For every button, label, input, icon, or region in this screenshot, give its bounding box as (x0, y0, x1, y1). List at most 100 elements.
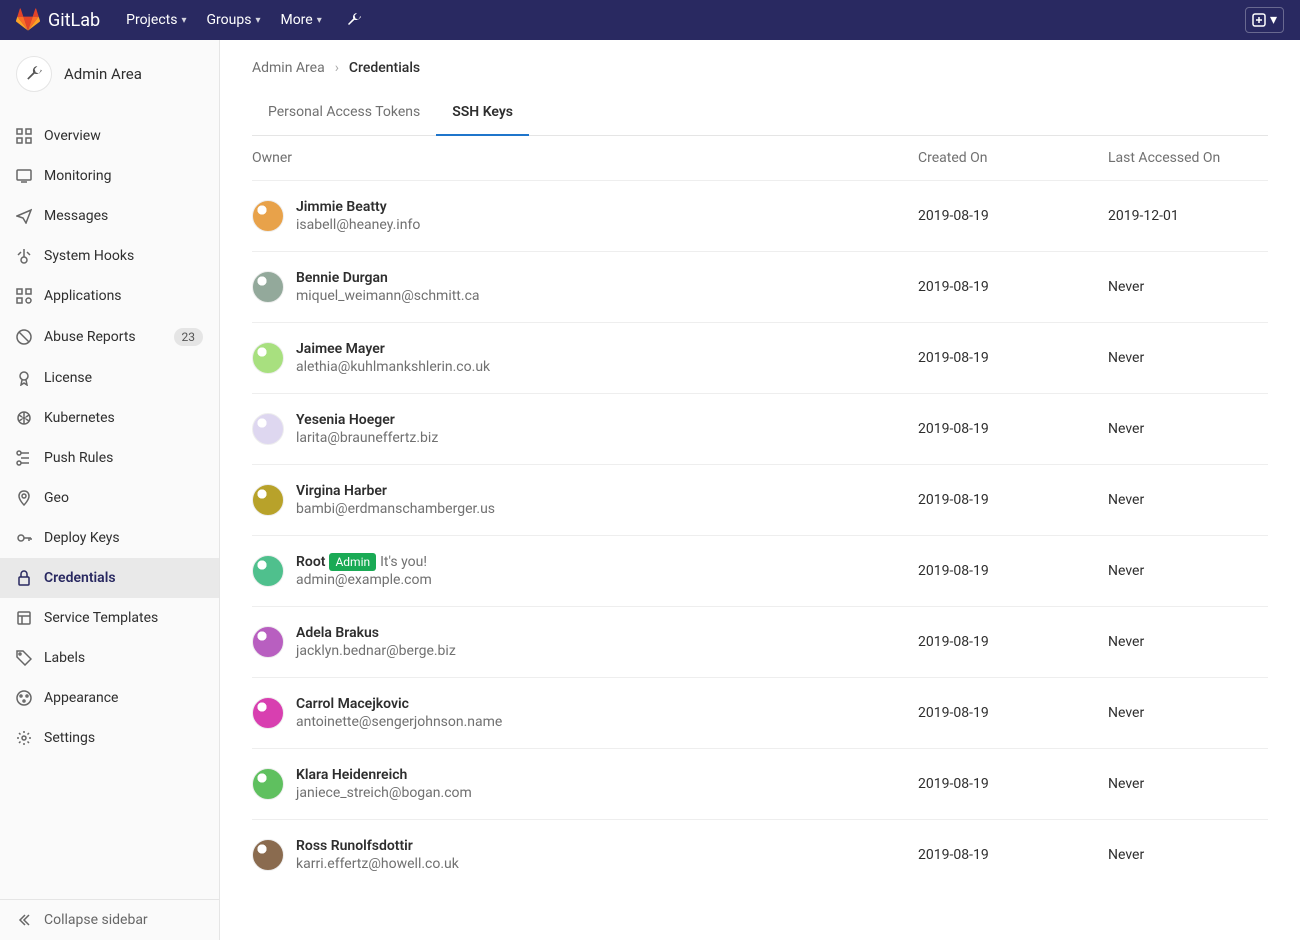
owner-cell: Klara Heidenreich janiece_streich@bogan.… (252, 767, 918, 801)
owner-email: karri.effertz@howell.co.uk (296, 856, 459, 872)
sidebar-item-label: Deploy Keys (44, 530, 203, 546)
owner-email: janiece_streich@bogan.com (296, 785, 472, 801)
logo[interactable]: GitLab (16, 8, 100, 32)
tabs: Personal Access Tokens SSH Keys (252, 90, 1268, 136)
sidebar-header[interactable]: Admin Area (0, 40, 219, 108)
avatar[interactable] (252, 484, 284, 516)
sidebar-item-label: Kubernetes (44, 410, 203, 426)
owner-email: isabell@heaney.info (296, 217, 420, 233)
nav-more[interactable]: More▾ (270, 12, 331, 28)
collapse-sidebar-button[interactable]: Collapse sidebar (0, 899, 219, 940)
owner-cell: Virgina Harber bambi@erdmanschamberger.u… (252, 483, 918, 517)
monitoring-icon (16, 168, 32, 184)
sidebar-item-system-hooks[interactable]: System Hooks (0, 236, 219, 276)
sidebar-item-credentials[interactable]: Credentials (0, 558, 219, 598)
admin-wrench-button[interactable] (338, 8, 370, 32)
overview-icon (16, 128, 32, 144)
wrench-icon (346, 12, 362, 28)
sidebar-item-badge: 23 (174, 328, 204, 346)
its-you-label: It's you! (380, 554, 427, 570)
owner-name[interactable]: Root (296, 554, 325, 570)
owner-name[interactable]: Adela Brakus (296, 625, 379, 641)
created-on: 2019-08-19 (918, 563, 1108, 579)
created-on: 2019-08-19 (918, 847, 1108, 863)
owner-cell: Ross Runolfsdottir karri.effertz@howell.… (252, 838, 918, 872)
new-dropdown-button[interactable]: ▾ (1245, 7, 1284, 33)
avatar[interactable] (252, 839, 284, 871)
owner-name[interactable]: Jaimee Mayer (296, 341, 385, 357)
created-on: 2019-08-19 (918, 705, 1108, 721)
sidebar-item-label: Overview (44, 128, 203, 144)
applications-icon (16, 288, 32, 304)
avatar[interactable] (252, 342, 284, 374)
owner-name[interactable]: Yesenia Hoeger (296, 412, 395, 428)
sidebar-item-applications[interactable]: Applications (0, 276, 219, 316)
owner-name[interactable]: Carrol Macejkovic (296, 696, 409, 712)
last-accessed: Never (1108, 421, 1268, 437)
push-rules-icon (16, 450, 32, 466)
sidebar-item-label: Push Rules (44, 450, 203, 466)
service-templates-icon (16, 610, 32, 626)
system-hooks-icon (16, 248, 32, 264)
owner-email: antoinette@sengerjohnson.name (296, 714, 502, 730)
breadcrumb-root[interactable]: Admin Area (252, 60, 325, 76)
owner-cell: Bennie Durgan miquel_weimann@schmitt.ca (252, 270, 918, 304)
table-row: Ross Runolfsdottir karri.effertz@howell.… (252, 819, 1268, 890)
sidebar-item-deploy-keys[interactable]: Deploy Keys (0, 518, 219, 558)
sidebar-item-labels[interactable]: Labels (0, 638, 219, 678)
sidebar-item-label: Settings (44, 730, 203, 746)
chevron-down-icon: ▾ (1270, 12, 1277, 28)
messages-icon (16, 208, 32, 224)
nav-groups[interactable]: Groups▾ (197, 12, 271, 28)
appearance-icon (16, 690, 32, 706)
sidebar-nav: Overview Monitoring Messages System Hook… (0, 108, 219, 899)
owner-name[interactable]: Ross Runolfsdottir (296, 838, 413, 854)
sidebar: Admin Area Overview Monitoring Messages … (0, 40, 220, 940)
collapse-label: Collapse sidebar (44, 912, 148, 928)
breadcrumb: Admin Area › Credentials (252, 56, 1268, 90)
last-accessed: 2019-12-01 (1108, 208, 1268, 224)
sidebar-item-monitoring[interactable]: Monitoring (0, 156, 219, 196)
sidebar-item-settings[interactable]: Settings (0, 718, 219, 758)
nav-projects[interactable]: Projects▾ (116, 12, 196, 28)
avatar[interactable] (252, 555, 284, 587)
owner-name[interactable]: Bennie Durgan (296, 270, 388, 286)
last-accessed: Never (1108, 776, 1268, 792)
owner-email: alethia@kuhlmankshlerin.co.uk (296, 359, 490, 375)
chevron-down-icon: ▾ (255, 15, 260, 26)
sidebar-item-label: Service Templates (44, 610, 203, 626)
wrench-icon (25, 65, 43, 83)
owner-name[interactable]: Klara Heidenreich (296, 767, 407, 783)
sidebar-item-label: Applications (44, 288, 203, 304)
sidebar-item-label: Abuse Reports (44, 329, 162, 345)
table-body: Jimmie Beatty isabell@heaney.info 2019-0… (252, 180, 1268, 890)
owner-cell: Jaimee Mayer alethia@kuhlmankshlerin.co.… (252, 341, 918, 375)
avatar[interactable] (252, 768, 284, 800)
sidebar-item-geo[interactable]: Geo (0, 478, 219, 518)
sidebar-item-overview[interactable]: Overview (0, 116, 219, 156)
sidebar-item-appearance[interactable]: Appearance (0, 678, 219, 718)
tab-personal-access-tokens[interactable]: Personal Access Tokens (252, 90, 436, 135)
sidebar-item-messages[interactable]: Messages (0, 196, 219, 236)
avatar[interactable] (252, 413, 284, 445)
created-on: 2019-08-19 (918, 776, 1108, 792)
table-row: Klara Heidenreich janiece_streich@bogan.… (252, 748, 1268, 819)
sidebar-item-kubernetes[interactable]: Kubernetes (0, 398, 219, 438)
tab-ssh-keys[interactable]: SSH Keys (436, 90, 529, 136)
owner-cell: Adela Brakus jacklyn.bednar@berge.biz (252, 625, 918, 659)
owner-email: bambi@erdmanschamberger.us (296, 501, 495, 517)
col-header-created: Created On (918, 150, 1108, 166)
last-accessed: Never (1108, 350, 1268, 366)
owner-name[interactable]: Virgina Harber (296, 483, 387, 499)
avatar[interactable] (252, 697, 284, 729)
sidebar-item-push-rules[interactable]: Push Rules (0, 438, 219, 478)
sidebar-item-label: Messages (44, 208, 203, 224)
avatar[interactable] (252, 271, 284, 303)
sidebar-item-license[interactable]: License (0, 358, 219, 398)
sidebar-item-service-templates[interactable]: Service Templates (0, 598, 219, 638)
avatar[interactable] (252, 200, 284, 232)
owner-cell: Jimmie Beatty isabell@heaney.info (252, 199, 918, 233)
owner-name[interactable]: Jimmie Beatty (296, 199, 387, 215)
avatar[interactable] (252, 626, 284, 658)
sidebar-item-abuse-reports[interactable]: Abuse Reports 23 (0, 316, 219, 358)
